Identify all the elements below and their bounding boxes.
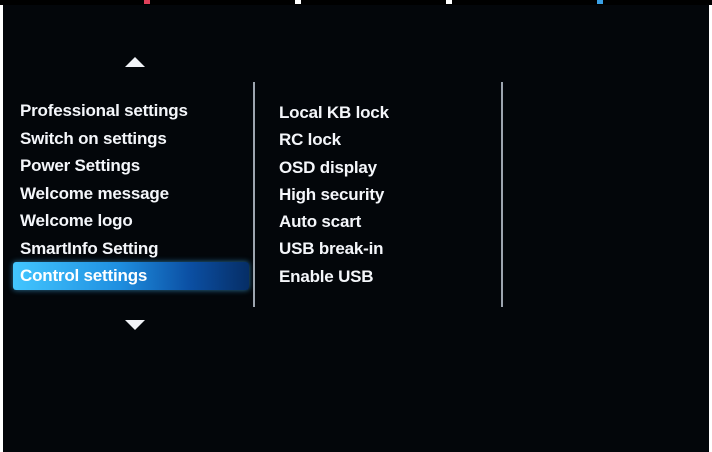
submenu-item-enable-usb[interactable]: Enable USB: [273, 263, 389, 290]
submenu-item-high-security[interactable]: High security: [273, 181, 389, 208]
control-settings-submenu: Local KB lock RC lock OSD display High s…: [273, 99, 389, 290]
top-mark-white-2: [446, 0, 452, 4]
settings-category-menu: Professional settings Switch on settings…: [13, 97, 249, 290]
column-divider-2: [501, 82, 503, 307]
tv-settings-screen: Professional settings Switch on settings…: [3, 5, 709, 452]
menu-item-power-settings[interactable]: Power Settings: [13, 152, 249, 180]
scroll-down-arrow-icon[interactable]: [125, 320, 145, 330]
column-divider-1: [253, 82, 255, 307]
top-mark-blue: [597, 0, 603, 4]
submenu-item-rc-lock[interactable]: RC lock: [273, 126, 389, 153]
top-mark-white-1: [295, 0, 301, 4]
submenu-item-auto-scart[interactable]: Auto scart: [273, 208, 389, 235]
menu-item-smartinfo-setting[interactable]: SmartInfo Setting: [13, 235, 249, 263]
menu-item-welcome-logo[interactable]: Welcome logo: [13, 207, 249, 235]
submenu-item-osd-display[interactable]: OSD display: [273, 154, 389, 181]
submenu-item-local-kb-lock[interactable]: Local KB lock: [273, 99, 389, 126]
menu-item-professional-settings[interactable]: Professional settings: [13, 97, 249, 125]
menu-item-control-settings[interactable]: Control settings: [13, 262, 249, 290]
submenu-item-usb-break-in[interactable]: USB break-in: [273, 235, 389, 262]
menu-item-switch-on-settings[interactable]: Switch on settings: [13, 125, 249, 153]
scroll-up-arrow-icon[interactable]: [125, 57, 145, 67]
menu-item-welcome-message[interactable]: Welcome message: [13, 180, 249, 208]
top-mark-red: [144, 0, 150, 4]
